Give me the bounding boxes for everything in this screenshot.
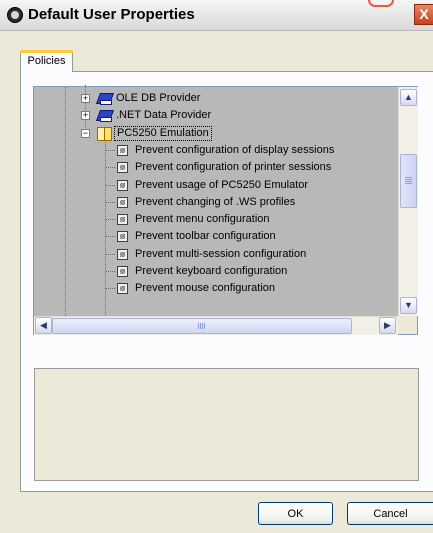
expand-icon[interactable]: + [81,111,90,121]
properties-dialog: Default User Properties X Policies + OLE … [0,0,433,533]
tree-node-label: Prevent mouse configuration [135,282,276,295]
policy-icon [117,283,128,295]
collapse-icon[interactable]: − [81,128,90,138]
tree-connector [106,288,115,290]
tab-policies[interactable]: Policies [20,50,73,72]
scrollbar-corner [398,316,417,334]
tree-node[interactable]: + OLE DB Provider [34,90,396,107]
tree-node[interactable]: − PC5250 Emulation [34,125,396,142]
tree-node[interactable]: Prevent multi-session configuration [34,246,396,263]
tree-node-label: Prevent multi-session configuration [135,247,307,260]
tree-connector [106,219,115,221]
app-icon [7,7,23,23]
policy-icon [117,162,128,174]
tree-node[interactable]: Prevent usage of PC5250 Emulator [34,177,396,194]
scroll-right-button[interactable]: ▶ [379,317,396,334]
tree-connector [106,271,115,272]
tree-node[interactable]: Prevent keyboard configuration [34,263,396,280]
tree-connector [106,184,115,186]
policy-icon [117,266,128,277]
policy-tree[interactable]: + OLE DB Provider + .NET Data Provider − PC52… [33,85,418,335]
tree-node-label: Prevent configuration of printer session… [135,161,332,174]
open-book-icon [96,126,112,141]
tree-connector [106,201,115,203]
vertical-scroll-thumb[interactable] [400,154,417,208]
tree-node[interactable]: Prevent configuration of display session… [34,142,396,159]
policy-icon [117,179,128,191]
tree-node-label: Prevent usage of PC5250 Emulator [135,178,309,191]
policy-icon [117,231,128,243]
tree-node[interactable]: Prevent configuration of printer session… [34,159,396,176]
expand-icon[interactable]: + [81,94,90,103]
vertical-scrollbar[interactable]: ▲ ▼ [398,87,418,316]
horizontal-scrollbar[interactable]: ◀ ▶ [34,316,398,335]
tree-connector [106,236,115,238]
policy-icon [117,144,128,156]
tree-node-label: OLE DB Provider [116,92,201,104]
policy-icon [117,248,128,260]
title-bar[interactable]: Default User Properties X [0,0,433,31]
tree-node-label: Prevent keyboard configuration [135,265,288,277]
tree-node-label: Prevent toolbar configuration [135,230,276,243]
title-decoration [368,0,394,7]
window-title: Default User Properties [28,6,195,23]
tree-connector [106,253,115,255]
tree-node-label: .NET Data Provider [116,109,212,122]
tree-connector [106,149,115,151]
description-panel [34,368,419,481]
scroll-down-button[interactable]: ▼ [400,297,417,314]
horizontal-scroll-thumb[interactable] [52,318,352,334]
tree-node-label: PC5250 Emulation [114,125,212,141]
tree-node-label: Prevent configuration of display session… [135,143,335,156]
book-icon [96,108,112,123]
book-icon [96,91,112,105]
close-button[interactable]: X [414,4,433,25]
tree-node-label: Prevent menu configuration [135,213,270,226]
tree-node[interactable]: + .NET Data Provider [34,107,396,124]
tree-node[interactable]: Prevent mouse configuration [34,280,396,297]
scroll-left-button[interactable]: ◀ [35,317,52,334]
cancel-button[interactable]: Cancel [347,502,433,525]
tree-node-label: Prevent changing of .WS profiles [135,195,296,208]
policy-icon [117,214,128,226]
tree-node[interactable]: Prevent toolbar configuration [34,228,396,245]
tree-node[interactable]: Prevent changing of .WS profiles [34,194,396,211]
scroll-up-button[interactable]: ▲ [400,89,417,106]
tree-connector [106,167,115,169]
ok-button[interactable]: OK [258,502,333,525]
tree-node[interactable]: Prevent menu configuration [34,211,396,228]
policy-icon [117,196,128,208]
